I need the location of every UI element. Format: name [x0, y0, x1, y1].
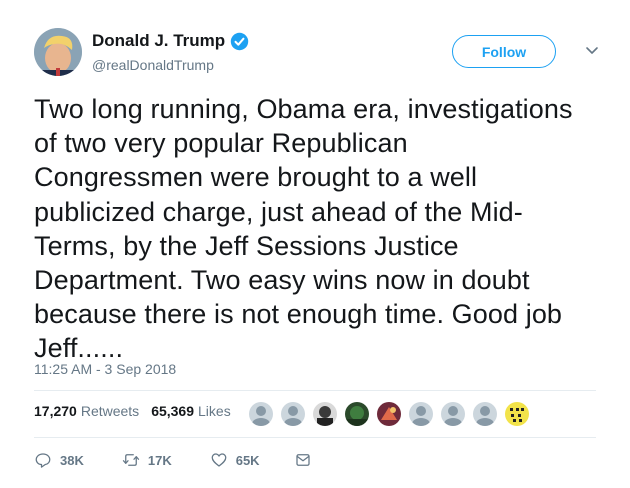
tweet-text: Two long running, Obama era, investigati…	[34, 94, 573, 364]
retweet-count: 17K	[147, 452, 172, 468]
tweet-timestamp[interactable]: 11:25 AM - 3 Sep 2018	[34, 361, 176, 377]
liker-avatar[interactable]	[344, 401, 370, 427]
user-names: Donald J. Trump @realDonaldTrump	[92, 31, 249, 73]
liker-avatar[interactable]	[472, 401, 498, 427]
liker-avatar[interactable]	[376, 401, 402, 427]
liker-avatar[interactable]	[440, 401, 466, 427]
display-name[interactable]: Donald J. Trump	[92, 31, 225, 51]
tweet-header: Donald J. Trump @realDonaldTrump Follow	[34, 28, 600, 78]
retweet-icon	[122, 454, 139, 466]
verified-badge-icon	[230, 32, 249, 51]
follow-button[interactable]: Follow	[452, 35, 556, 68]
tweet-stats: 17,270 Retweets 65,369 Likes	[34, 403, 231, 419]
divider	[34, 390, 596, 391]
liker-avatar[interactable]	[408, 401, 434, 427]
retweet-button[interactable]: 17K	[122, 451, 172, 469]
heart-icon	[211, 453, 227, 467]
liker-avatars	[248, 401, 536, 427]
liker-avatar[interactable]	[504, 401, 530, 427]
liker-avatar[interactable]	[248, 401, 274, 427]
divider	[34, 437, 596, 438]
message-button[interactable]	[294, 451, 312, 469]
likes-count[interactable]: 65,369	[151, 403, 194, 419]
likes-label[interactable]: Likes	[198, 403, 231, 419]
retweets-count[interactable]: 17,270	[34, 403, 77, 419]
avatar-image	[34, 28, 82, 76]
avatar[interactable]	[34, 28, 82, 76]
tweet-actions: 38K 17K 65K	[34, 451, 312, 469]
liker-avatar[interactable]	[312, 401, 338, 427]
like-count: 65K	[235, 452, 260, 468]
user-handle[interactable]: @realDonaldTrump	[92, 57, 249, 73]
reply-count: 38K	[60, 452, 84, 468]
liker-avatar[interactable]	[280, 401, 306, 427]
chevron-down-icon[interactable]	[584, 42, 600, 58]
like-button[interactable]: 65K	[210, 451, 260, 469]
reply-button[interactable]: 38K	[34, 451, 84, 469]
retweets-label[interactable]: Retweets	[81, 403, 139, 419]
reply-icon	[35, 453, 51, 468]
envelope-icon	[295, 454, 310, 466]
